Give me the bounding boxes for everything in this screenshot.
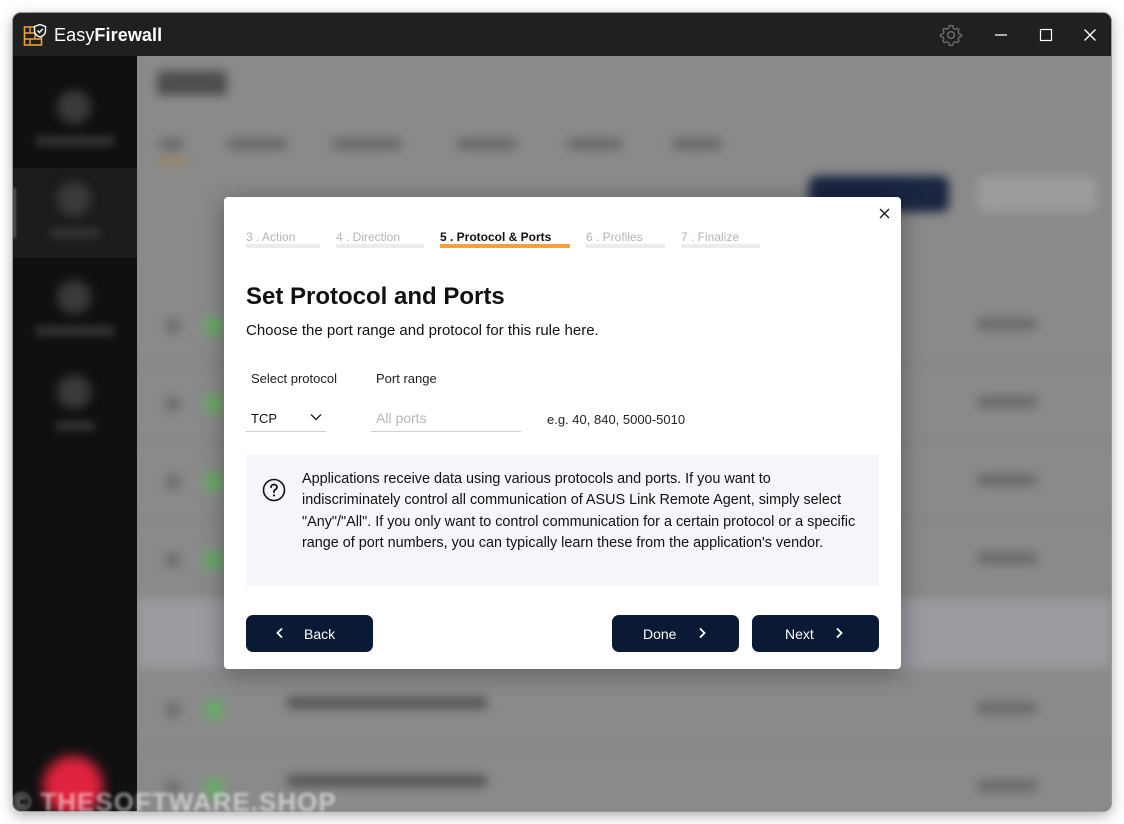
chevron-down-icon [310,414,322,421]
next-button[interactable]: Next [752,615,879,652]
step-profiles[interactable]: 6 . Profiles [586,230,665,248]
maximize-button[interactable] [1026,19,1066,51]
tab-all[interactable] [159,138,183,150]
help-icon [57,375,91,409]
protocol-select[interactable]: TCP [246,404,326,432]
info-box: Applications receive data using various … [246,455,879,586]
sidebar-item-rules[interactable] [13,168,137,258]
protocol-ports-dialog: 3 . Action 4 . Direction 5 . Protocol & … [224,197,901,669]
port-range-input[interactable] [371,404,521,432]
gear-icon [939,24,963,47]
watermark: © THESOFTWARE.SHOP [12,787,337,817]
tab-blocked[interactable] [457,138,517,150]
tab-ignored[interactable] [567,138,622,150]
wizard-steps: 3 . Action 4 . Direction 5 . Protocol & … [246,230,806,250]
sidebar [13,56,137,811]
tab-recent[interactable] [672,138,722,150]
page-title [157,71,227,95]
question-icon [262,478,286,502]
done-button-label: Done [643,626,677,642]
secondary-button[interactable] [977,176,1097,212]
rules-icon [57,182,91,216]
chevron-right-icon [836,627,843,639]
dialog-subtitle: Choose the port range and protocol for t… [246,322,599,339]
firewall-logo-icon [23,23,47,46]
back-button[interactable]: Back [246,615,373,652]
sidebar-item-protection[interactable] [13,266,137,356]
protocol-value: TCP [251,411,277,426]
step-protocol-ports[interactable]: 5 . Protocol & Ports [440,230,570,248]
step-finalize[interactable]: 7 . Finalize [681,230,760,248]
settings-button[interactable] [931,19,971,51]
tab-allowed[interactable] [227,138,287,150]
dashboard-icon [57,90,91,124]
title-bar: EasyFirewall [13,13,1111,56]
app-title: EasyFirewall [54,25,163,45]
info-text: Applications receive data using various … [302,471,856,551]
dialog-title: Set Protocol and Ports [246,283,505,310]
port-range-label: Port range [376,371,437,386]
protocol-label: Select protocol [251,371,337,386]
dialog-close-button[interactable] [875,204,893,222]
chevron-left-icon [276,627,283,639]
protection-icon [57,280,91,314]
next-button-label: Next [785,626,814,642]
close-icon [1084,29,1096,41]
sidebar-item-help[interactable] [13,361,137,451]
tab-confirmed[interactable] [332,138,402,150]
close-icon [879,208,889,218]
maximize-icon [1039,28,1053,42]
done-button[interactable]: Done [612,615,739,652]
step-direction[interactable]: 4 . Direction [336,230,424,248]
table-row[interactable] [137,672,1111,748]
chevron-right-icon [699,627,706,639]
minimize-button[interactable] [981,19,1021,51]
minimize-icon [995,34,1007,36]
sidebar-item-dashboard[interactable] [13,76,137,166]
window-close-button[interactable] [1070,19,1110,51]
back-button-label: Back [304,626,336,642]
step-action[interactable]: 3 . Action [246,230,320,248]
port-range-hint: e.g. 40, 840, 5000-5010 [547,412,686,427]
